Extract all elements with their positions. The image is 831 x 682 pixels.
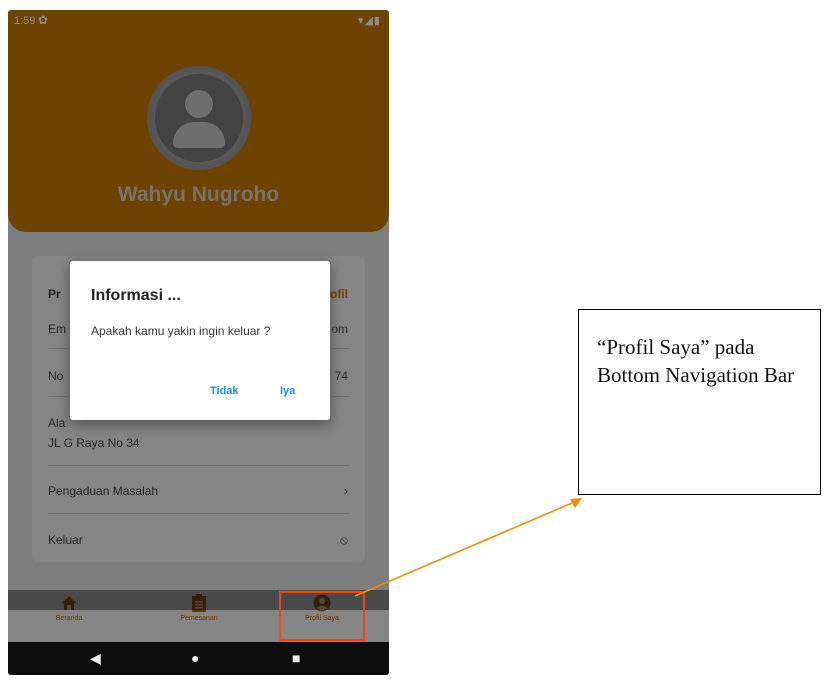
callout-text: “Profil Saya” pada Bottom Navigation Bar [597, 335, 795, 387]
callout-box: “Profil Saya” pada Bottom Navigation Bar [578, 309, 821, 495]
